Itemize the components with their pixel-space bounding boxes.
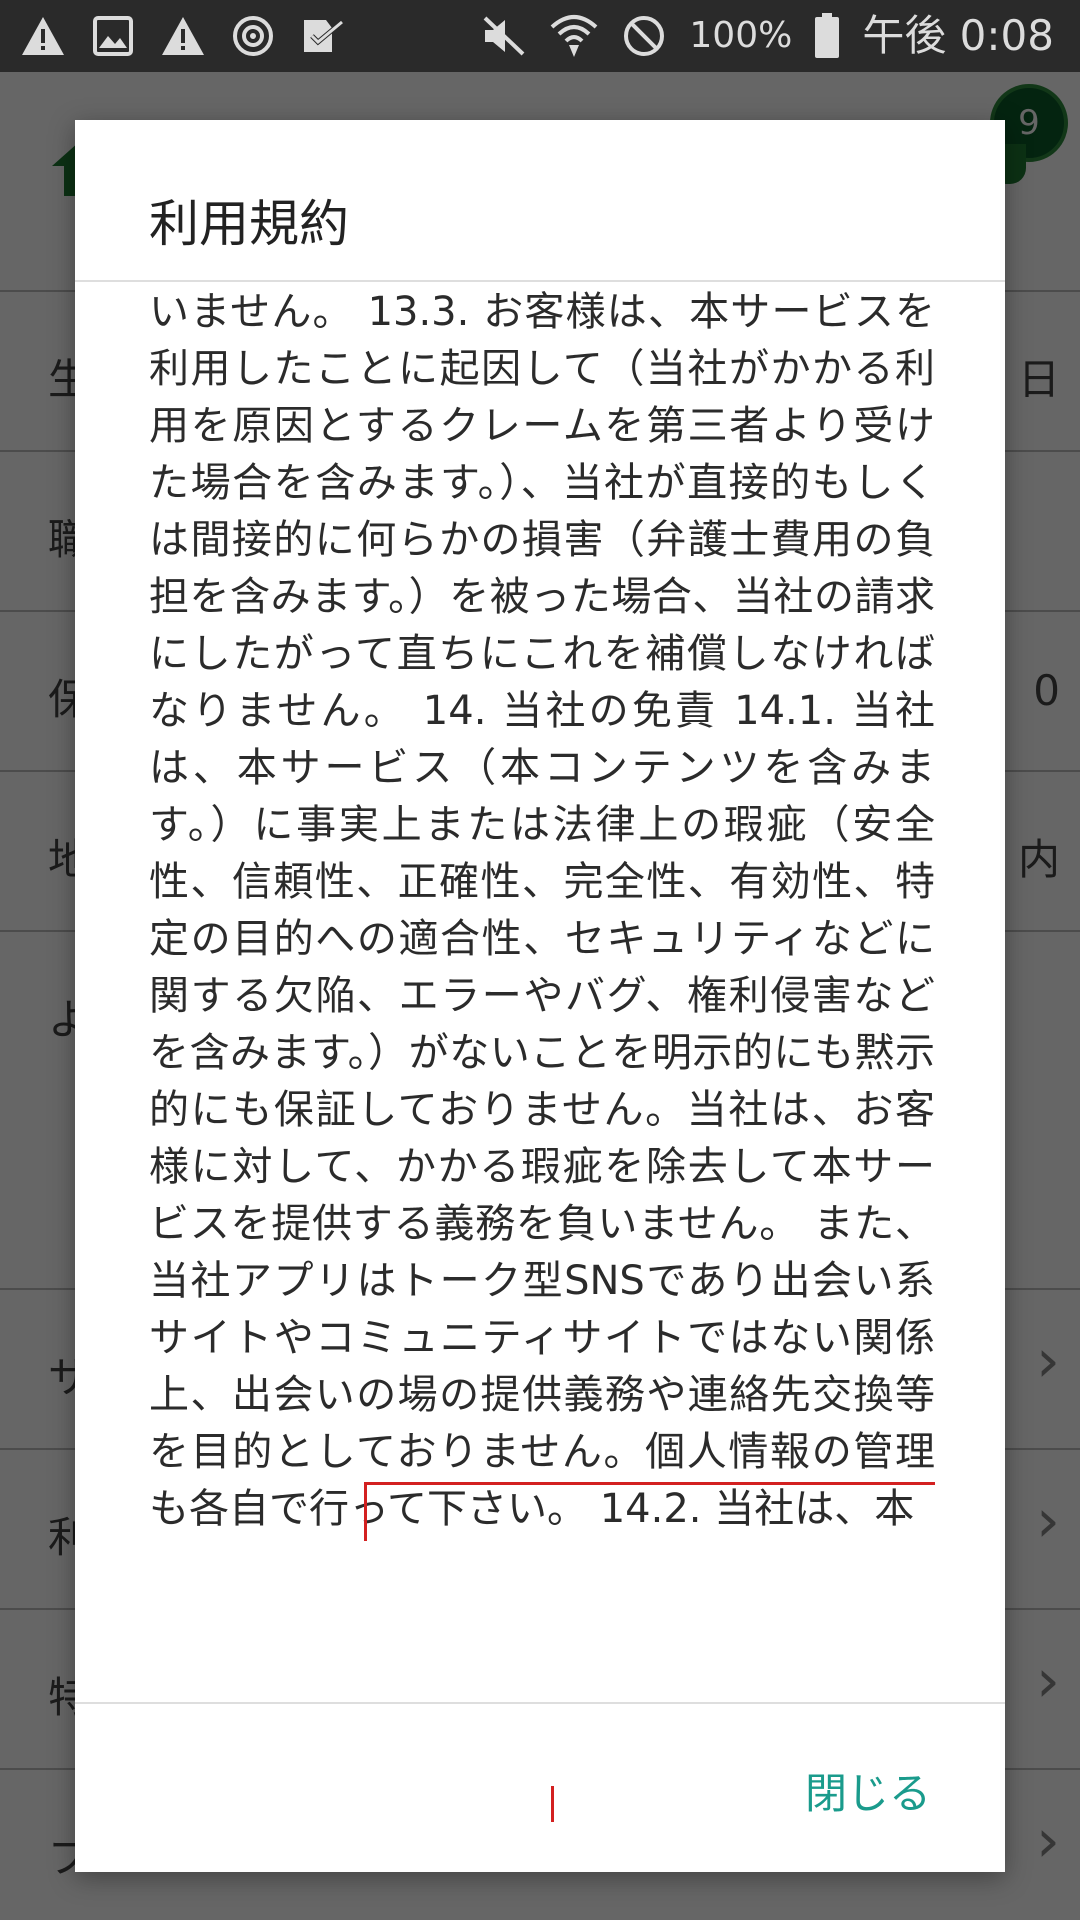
sync-icon [228,11,278,61]
status-bar: 100% 午後 0:08 [0,0,1080,72]
clock: 午後 0:08 [862,11,1054,60]
battery-percent: 100% [689,15,793,56]
image-icon [88,11,138,61]
bottom-divider [75,1702,1005,1704]
warning-icon [18,11,68,61]
task-check-icon [298,11,348,61]
battery-icon [812,11,842,61]
terms-body-text: いません。 13.3. お客様は、本サービスを利用したことに起因して（当社がかか… [149,289,935,1532]
dialog-title: 利用規約 [149,195,349,253]
warning-icon [158,11,208,61]
wifi-icon [549,11,599,61]
highlight-box-middle [149,1536,935,1788]
blocked-icon [619,11,669,61]
close-button[interactable]: 閉じる [805,1760,931,1821]
terms-dialog: 利用規約 いません。 13.3. お客様は、本サービスを利用したことに起因して（… [75,120,1005,1872]
terms-scroll-area[interactable]: いません。 13.3. お客様は、本サービスを利用したことに起因して（当社がかか… [149,282,935,1822]
mute-icon [479,11,529,61]
highlight-box-bottom [149,1786,554,1822]
